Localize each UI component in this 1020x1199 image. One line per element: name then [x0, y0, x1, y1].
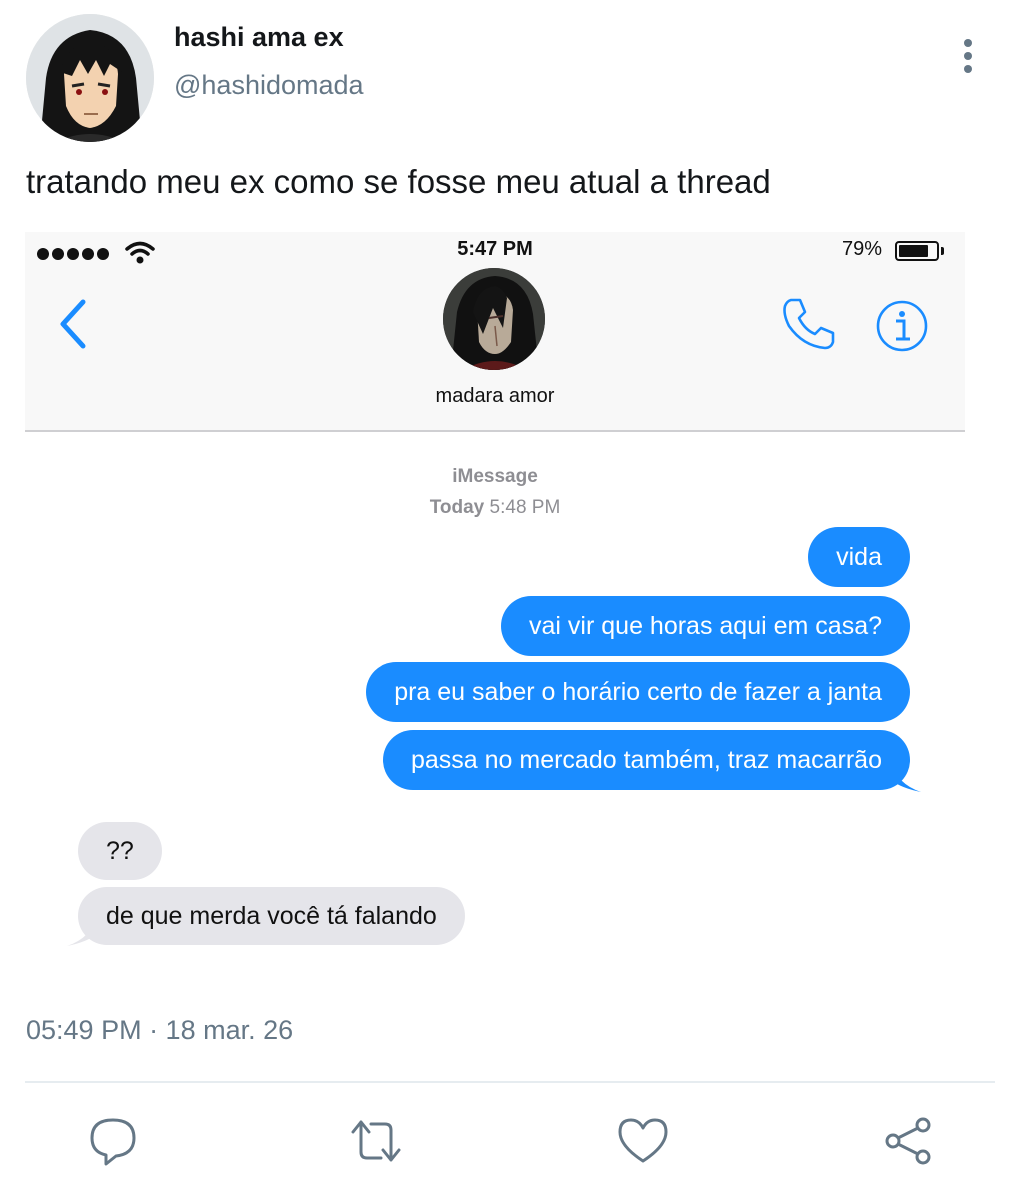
sent-message-text: vai vir que horas aqui em casa? [529, 611, 882, 640]
received-message-bubble[interactable]: ?? [78, 822, 162, 880]
tweet-text: tratando meu ex como se fosse meu atual … [26, 163, 771, 200]
sent-message-text: vida [836, 542, 882, 571]
sent-message-bubble[interactable]: vida [808, 527, 910, 587]
info-icon[interactable] [875, 299, 929, 353]
phone-icon[interactable] [781, 296, 837, 352]
received-message-text: de que merda você tá falando [106, 901, 437, 930]
contact-name[interactable]: madara amor [25, 385, 965, 408]
sent-message-bubble[interactable]: pra eu saber o horário certo de fazer a … [366, 662, 910, 722]
sent-message-text: pra eu saber o horário certo de fazer a … [394, 677, 882, 706]
tweet-timestamp[interactable]: 05:49 PM · 18 mar. 26 [26, 1015, 293, 1046]
received-bubble-tail [67, 916, 97, 946]
date-label: Today [429, 497, 485, 518]
more-vertical-icon[interactable] [954, 36, 982, 76]
sent-message-bubble[interactable]: vai vir que horas aqui em casa? [501, 596, 910, 656]
service-label: iMessage [452, 466, 538, 487]
reply-icon[interactable] [86, 1114, 140, 1168]
status-time: 5:47 PM [457, 238, 533, 260]
divider [25, 1081, 995, 1083]
author-handle[interactable]: @hashidomada [174, 70, 364, 101]
received-message-bubble[interactable]: de que merda você tá falando [78, 887, 465, 945]
contact-avatar[interactable] [443, 268, 545, 370]
conversation-timestamp: Today 5:48 PM [25, 497, 965, 519]
sent-bubble-tail [891, 762, 921, 792]
sent-message-text: passa no mercado também, traz macarrão [410, 745, 882, 774]
battery-percent: 79% [842, 238, 883, 260]
battery-icon [895, 241, 939, 261]
battery-cap [941, 247, 944, 255]
retweet-icon[interactable] [349, 1114, 403, 1168]
time-label: 5:48 PM [489, 497, 561, 518]
back-chevron-icon[interactable] [55, 298, 91, 350]
author-avatar[interactable] [26, 14, 154, 142]
like-icon[interactable] [616, 1114, 670, 1168]
attached-image[interactable]: 5:47 PM 79% madara amor iMessage Today 5… [25, 232, 965, 994]
share-icon[interactable] [881, 1114, 935, 1168]
imessage-header: 5:47 PM 79% madara amor [25, 232, 965, 432]
received-message-text: ?? [106, 836, 134, 865]
sent-message-bubble[interactable]: passa no mercado também, traz macarrão [382, 730, 910, 790]
author-display-name[interactable]: hashi ama ex [174, 22, 344, 53]
